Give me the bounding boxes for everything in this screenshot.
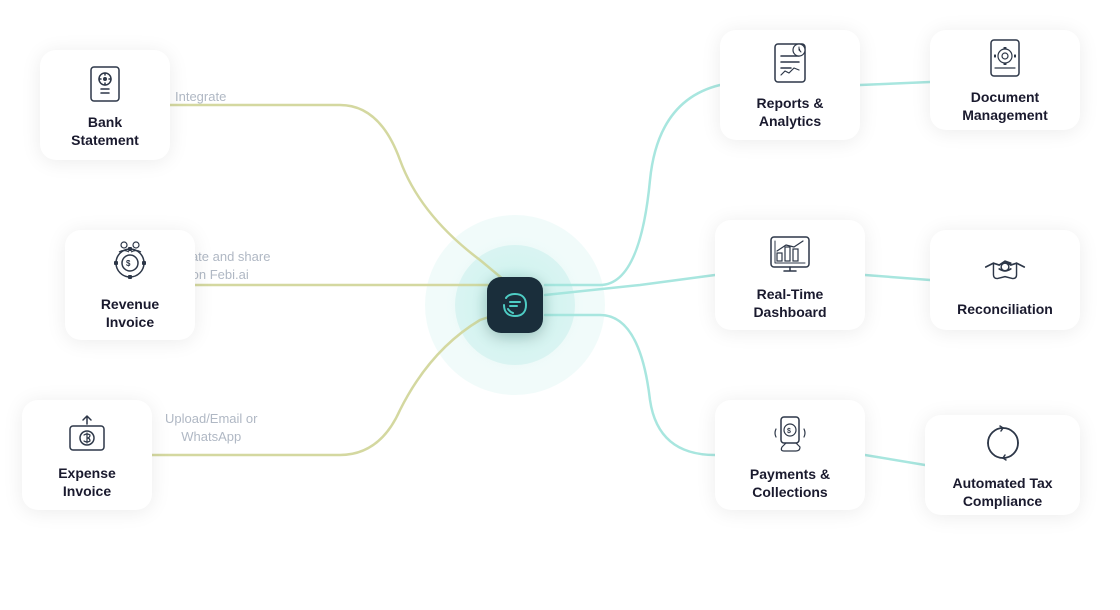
card-expense-invoice: Expense Invoice [22, 400, 152, 510]
bank-statement-label: Bank Statement [71, 113, 139, 149]
card-automated-tax-compliance: Automated Tax Compliance [925, 415, 1080, 515]
card-bank-statement: Bank Statement [40, 50, 170, 160]
center-node [475, 265, 555, 345]
document-management-label: Document Management [962, 88, 1048, 124]
reports-analytics-label: Reports & Analytics [757, 94, 824, 130]
document-icon-svg [983, 36, 1027, 80]
svg-text:$: $ [126, 259, 131, 268]
payments-icon-svg: $ [766, 409, 814, 457]
card-reports-analytics: Reports & Analytics [720, 30, 860, 140]
tax-compliance-label: Automated Tax Compliance [952, 474, 1052, 510]
tax-icon-svg [980, 420, 1026, 466]
revenue-icon-svg: $ [106, 239, 154, 287]
febi-logo [487, 277, 543, 333]
reconciliation-icon-svg [980, 241, 1030, 293]
dashboard-label: Real-Time Dashboard [753, 285, 826, 321]
reports-icon-svg [767, 40, 813, 86]
payments-icon: $ [765, 409, 815, 457]
card-revenue-invoice: $ Revenue Invoice [65, 230, 195, 340]
reconciliation-icon [980, 242, 1030, 292]
card-payments-collections: $ Payments & Collections [715, 400, 865, 510]
revenue-invoice-icon: $ [105, 239, 155, 287]
dashboard-icon-svg [766, 229, 814, 277]
main-canvas: Bank Statement $ [0, 0, 1120, 610]
febi-icon [500, 290, 530, 320]
card-document-management: Document Management [930, 30, 1080, 130]
tax-compliance-icon [978, 420, 1028, 466]
expense-invoice-icon [62, 410, 112, 456]
reconciliation-label: Reconciliation [957, 300, 1053, 318]
expense-invoice-label: Expense Invoice [58, 464, 116, 500]
payments-collections-label: Payments & Collections [750, 465, 830, 501]
integrate-label: Integrate [175, 88, 226, 106]
bank-statement-icon [80, 61, 130, 105]
card-real-time-dashboard: Real-Time Dashboard [715, 220, 865, 330]
svg-text:$: $ [787, 428, 791, 435]
card-reconciliation: Reconciliation [930, 230, 1080, 330]
bank-icon-svg [83, 61, 127, 105]
dashboard-icon [765, 229, 815, 277]
reports-analytics-icon [765, 40, 815, 86]
expense-icon-svg [64, 410, 110, 456]
upload-label: Upload/Email or WhatsApp [165, 410, 258, 446]
document-management-icon [980, 36, 1030, 80]
revenue-invoice-label: Revenue Invoice [101, 295, 159, 331]
